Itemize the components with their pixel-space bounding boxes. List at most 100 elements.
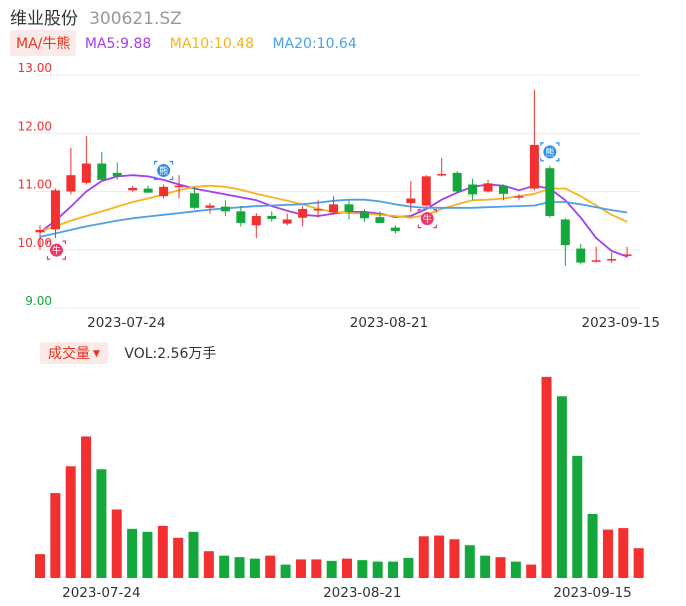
- price-tick-label: 13.00: [18, 61, 52, 75]
- volume-bar[interactable]: [111, 509, 122, 578]
- volume-bar[interactable]: [357, 560, 368, 578]
- ma5-line: [39, 174, 628, 258]
- volume-bar[interactable]: [602, 529, 613, 578]
- candle-body[interactable]: [329, 204, 339, 213]
- candle-body[interactable]: [159, 186, 169, 197]
- candle-body[interactable]: [406, 198, 416, 204]
- volume-bar[interactable]: [464, 545, 475, 578]
- candle-body[interactable]: [359, 212, 369, 219]
- candle-body[interactable]: [390, 227, 400, 232]
- volume-bar[interactable]: [510, 561, 521, 578]
- date-tick-label: 2023-09-15: [553, 585, 631, 601]
- volume-bar[interactable]: [157, 525, 168, 578]
- volume-bar[interactable]: [495, 557, 506, 578]
- candle-body[interactable]: [591, 260, 601, 262]
- bear-marker-icon: 熊: [540, 142, 560, 162]
- volume-bar[interactable]: [265, 555, 276, 578]
- volume-bar[interactable]: [342, 558, 352, 578]
- candle-body[interactable]: [607, 259, 617, 261]
- bear-marker-icon: 熊: [154, 160, 174, 181]
- volume-bar[interactable]: [203, 551, 214, 578]
- volume-bar[interactable]: [188, 531, 199, 578]
- candle-body[interactable]: [313, 208, 323, 211]
- candle-body[interactable]: [298, 208, 308, 218]
- volume-bar[interactable]: [35, 554, 45, 578]
- candle-body[interactable]: [190, 193, 199, 208]
- date-tick-label: 2023-07-24: [87, 315, 165, 331]
- candle-body[interactable]: [251, 215, 261, 226]
- candle-body[interactable]: [576, 248, 586, 263]
- candle-body[interactable]: [545, 168, 555, 216]
- candle-body[interactable]: [66, 175, 76, 192]
- candle-body[interactable]: [452, 172, 462, 192]
- candlesticks: [35, 89, 632, 267]
- marker-label: 熊: [159, 165, 168, 177]
- price-date-labels: 2023-07-24 2023-08-21 2023-09-15: [87, 315, 660, 331]
- candle-body[interactable]: [282, 219, 292, 224]
- candle-body[interactable]: [514, 196, 524, 198]
- candle-body[interactable]: [81, 163, 91, 183]
- date-tick-label: 2023-07-24: [62, 585, 140, 601]
- candle-body[interactable]: [97, 163, 107, 180]
- candle-body[interactable]: [437, 174, 447, 176]
- volume-bar[interactable]: [81, 436, 92, 578]
- candle-body[interactable]: [499, 185, 508, 194]
- candle-body[interactable]: [421, 176, 431, 206]
- candle-body[interactable]: [174, 185, 184, 188]
- volume-bar[interactable]: [96, 469, 107, 578]
- volume-bar[interactable]: [280, 564, 291, 578]
- volume-bar[interactable]: [587, 513, 598, 578]
- candle-body[interactable]: [483, 183, 493, 192]
- volume-bar[interactable]: [556, 396, 567, 578]
- volume-bar[interactable]: [50, 493, 61, 578]
- candle-body[interactable]: [622, 254, 632, 256]
- marker-label: 牛: [52, 245, 61, 257]
- volume-bar[interactable]: [572, 455, 583, 578]
- volume-bar[interactable]: [219, 555, 230, 578]
- marker-label: 熊: [545, 146, 554, 158]
- volume-bar[interactable]: [311, 559, 322, 578]
- candle-body[interactable]: [267, 215, 277, 219]
- volume-bar[interactable]: [249, 558, 260, 578]
- volume-bar[interactable]: [418, 536, 429, 578]
- price-tick-label: 9.00: [25, 294, 52, 308]
- volume-bar[interactable]: [295, 559, 306, 578]
- volume-bar[interactable]: [541, 376, 552, 578]
- volume-bar[interactable]: [449, 539, 460, 578]
- volume-bar[interactable]: [388, 561, 399, 578]
- price-tick-label: 12.00: [18, 119, 52, 133]
- candle-body[interactable]: [35, 229, 45, 233]
- volume-date-labels: 2023-07-24 2023-08-21 2023-09-15: [62, 585, 632, 601]
- price-axis-labels: 13.00 12.00 11.00 10.00 9.00: [18, 61, 52, 308]
- volume-bar[interactable]: [173, 537, 184, 578]
- date-tick-label: 2023-09-15: [582, 315, 660, 331]
- candle-body[interactable]: [529, 144, 539, 189]
- candle-body[interactable]: [236, 211, 246, 223]
- volume-bar[interactable]: [326, 560, 337, 578]
- volume-bar[interactable]: [372, 561, 383, 578]
- volume-bar[interactable]: [127, 528, 138, 578]
- candle-body[interactable]: [468, 184, 478, 195]
- volume-bar[interactable]: [526, 564, 537, 578]
- candle-body[interactable]: [375, 217, 385, 223]
- price-tick-label: 10.00: [18, 236, 52, 250]
- candle-body[interactable]: [344, 204, 354, 212]
- candle-body[interactable]: [560, 219, 570, 246]
- volume-bar[interactable]: [633, 548, 644, 578]
- volume-bar[interactable]: [434, 535, 445, 578]
- candle-body[interactable]: [128, 188, 138, 191]
- volume-bars: [35, 376, 644, 578]
- candle-body[interactable]: [50, 190, 60, 230]
- volume-bar[interactable]: [142, 531, 153, 578]
- volume-bar[interactable]: [234, 557, 245, 578]
- candle-body[interactable]: [112, 172, 122, 177]
- volume-bar[interactable]: [618, 528, 629, 578]
- volume-bar[interactable]: [65, 466, 76, 578]
- price-tick-label: 11.00: [18, 178, 52, 192]
- volume-bar[interactable]: [403, 557, 414, 578]
- candle-body[interactable]: [143, 188, 153, 193]
- candle-body[interactable]: [205, 205, 215, 208]
- kline-chart[interactable]: 13.0012.0011.0010.009.00 2023-07-24 2023-…: [0, 0, 686, 606]
- volume-bar[interactable]: [480, 555, 491, 578]
- candle-body[interactable]: [220, 206, 230, 212]
